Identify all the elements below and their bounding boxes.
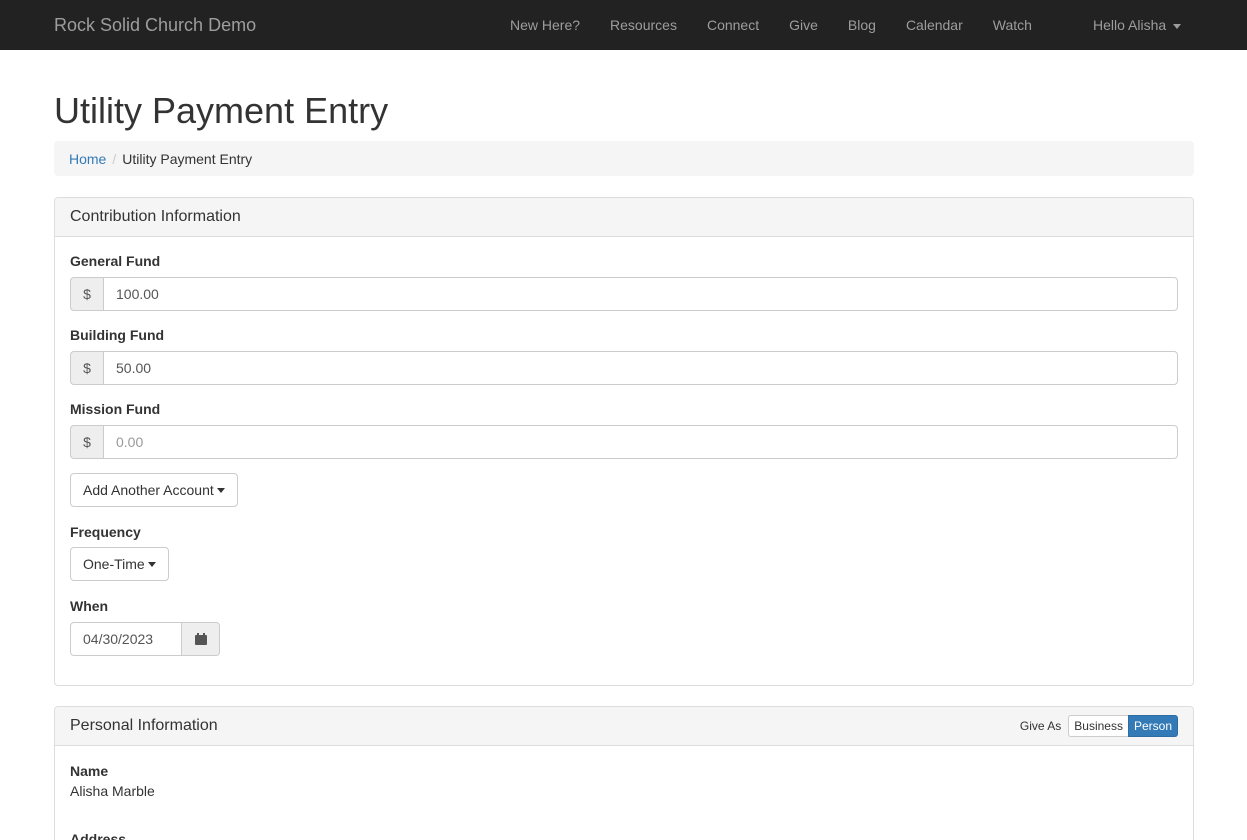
when-label: When xyxy=(70,598,109,614)
personal-panel: Personal Information Give As Business Pe… xyxy=(54,706,1194,840)
caret-down-icon xyxy=(1173,23,1182,29)
caret-down-icon xyxy=(216,487,225,493)
frequency-dropdown[interactable]: One-Time xyxy=(70,547,169,581)
name-label: Name xyxy=(70,763,109,779)
building-fund-input[interactable]: 50.00 xyxy=(103,351,1178,385)
calendar-button[interactable] xyxy=(182,622,220,656)
personal-panel-heading: Personal Information Give As Business Pe… xyxy=(55,707,1193,746)
building-fund-label: Building Fund xyxy=(70,327,165,343)
when-date-input[interactable]: 04/30/2023 xyxy=(70,622,182,656)
nav-connect[interactable]: Connect xyxy=(692,0,774,50)
mission-fund-label: Mission Fund xyxy=(70,401,161,417)
personal-panel-title: Personal Information xyxy=(70,717,218,734)
nav-new-here[interactable]: New Here? xyxy=(495,0,595,50)
breadcrumb-current: Utility Payment Entry xyxy=(122,150,253,167)
contribution-panel-heading: Contribution Information xyxy=(55,198,1193,237)
nav-blog[interactable]: Blog xyxy=(833,0,891,50)
frequency-value: One-Time xyxy=(83,556,145,572)
give-as-label: Give As xyxy=(1019,719,1062,733)
site-brand[interactable]: Rock Solid Church Demo xyxy=(54,14,256,36)
contribution-panel: Contribution Information General Fund $ … xyxy=(54,197,1194,686)
name-value: Alisha Marble xyxy=(70,783,155,799)
give-as-business-button[interactable]: Business xyxy=(1068,715,1128,737)
breadcrumb-home[interactable]: Home xyxy=(69,151,106,167)
main-nav: New Here? Resources Connect Give Blog Ca… xyxy=(495,0,1047,50)
page-title: Utility Payment Entry xyxy=(54,90,389,131)
when-date-picker: 04/30/2023 xyxy=(70,622,220,656)
nav-resources[interactable]: Resources xyxy=(595,0,692,50)
nav-give[interactable]: Give xyxy=(774,0,833,50)
nav-watch[interactable]: Watch xyxy=(978,0,1047,50)
caret-down-icon xyxy=(147,561,156,567)
give-as-person-button[interactable]: Person xyxy=(1127,715,1178,737)
building-fund-input-group: $ 50.00 xyxy=(70,351,1178,385)
mission-fund-input[interactable]: 0.00 xyxy=(103,425,1178,459)
dollar-addon: $ xyxy=(70,277,103,311)
general-fund-input-group: $ 100.00 xyxy=(70,277,1178,311)
general-fund-input[interactable]: 100.00 xyxy=(103,277,1178,311)
contribution-panel-title: Contribution Information xyxy=(70,208,241,225)
dollar-addon: $ xyxy=(70,351,103,385)
mission-fund-input-group: $ 0.00 xyxy=(70,425,1178,459)
top-navbar: Rock Solid Church Demo New Here? Resourc… xyxy=(0,0,1247,50)
address-label: Address xyxy=(70,831,127,840)
breadcrumb: Home / Utility Payment Entry xyxy=(54,141,1194,176)
give-as-control: Give As Business Person xyxy=(1020,715,1178,737)
user-greeting: Hello Alisha xyxy=(1093,17,1167,33)
dollar-addon: $ xyxy=(70,425,103,459)
add-another-account-button[interactable]: Add Another Account xyxy=(70,473,238,507)
calendar-icon xyxy=(194,633,207,645)
breadcrumb-separator: / xyxy=(112,150,117,167)
give-as-toggle: Business Person xyxy=(1068,715,1178,737)
user-menu[interactable]: Hello Alisha xyxy=(1093,0,1182,50)
general-fund-label: General Fund xyxy=(70,253,161,269)
add-another-account-label: Add Another Account xyxy=(83,482,214,498)
nav-calendar[interactable]: Calendar xyxy=(891,0,978,50)
frequency-label: Frequency xyxy=(70,524,141,540)
